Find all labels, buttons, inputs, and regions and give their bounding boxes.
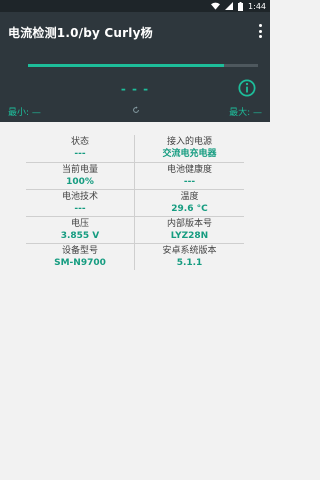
min-label: 最小: — (8, 108, 41, 118)
info-value: 100% (66, 177, 94, 187)
info-value: 3.855 V (60, 231, 100, 241)
status-icons: 1:44 (211, 0, 266, 12)
info-cell-voltage: 电压 3.855 V (26, 216, 135, 243)
overflow-menu-icon[interactable] (256, 24, 264, 38)
info-value: --- (183, 177, 196, 187)
info-label: 内部版本号 (166, 219, 212, 229)
app-title: 电流检测1.0/by Curly杨 (8, 26, 153, 40)
info-value: --- (74, 149, 86, 159)
info-cell-power-source: 接入的电源 交流电充电器 (135, 135, 244, 162)
info-row: 电压 3.855 V 内部版本号 LYZ28N (26, 216, 244, 243)
info-cell-battery-level: 当前电量 100% (26, 162, 135, 189)
max-label: 最大: — (229, 108, 262, 118)
info-label: 状态 (70, 137, 89, 147)
info-label: 电压 (70, 219, 89, 229)
status-bar: 1:44 (0, 0, 270, 12)
info-cell-android-version: 安卓系统版本 5.1.1 (135, 243, 244, 270)
info-label: 电池健康度 (166, 165, 212, 175)
signal-icon (225, 2, 234, 10)
battery-icon (238, 1, 244, 11)
overflow-dot (258, 29, 262, 33)
info-label: 接入的电源 (166, 137, 212, 147)
info-cell-status: 状态 --- (26, 135, 135, 162)
info-value: 5.1.1 (176, 258, 203, 268)
info-value: 交流电充电器 (162, 149, 217, 159)
app-bar: 电流检测1.0/by Curly杨 (0, 12, 270, 49)
info-value: LYZ28N (170, 231, 209, 241)
info-row: 当前电量 100% 电池健康度 --- (26, 162, 244, 189)
info-value: SM-N9700 (54, 258, 106, 268)
status-time: 1:44 (248, 1, 266, 11)
info-value: --- (74, 204, 86, 214)
info-label: 安卓系统版本 (162, 246, 217, 256)
refresh-icon[interactable] (132, 106, 140, 114)
info-row: 状态 --- 接入的电源 交流电充电器 (26, 135, 244, 162)
info-cell-device-model: 设备型号 SM-N9700 (26, 243, 135, 270)
wifi-icon (211, 2, 221, 10)
info-cell-temperature: 温度 29.6 °C (135, 189, 244, 216)
current-progress-bar (28, 64, 258, 67)
info-cell-battery-technology: 电池技术 --- (26, 189, 135, 216)
battery-info-grid: 状态 --- 接入的电源 交流电充电器 当前电量 100% 电池健康度 --- … (26, 135, 244, 270)
current-progress-fill (28, 64, 224, 67)
info-row: 电池技术 --- 温度 29.6 °C (26, 189, 244, 216)
info-value: 29.6 °C (171, 204, 208, 214)
info-cell-build-number: 内部版本号 LYZ28N (135, 216, 244, 243)
current-panel: - - - 最小: — 最大: — (0, 49, 270, 122)
info-row: 设备型号 SM-N9700 安卓系统版本 5.1.1 (26, 243, 244, 270)
current-value: - - - (120, 82, 150, 96)
info-label: 温度 (180, 192, 199, 202)
info-cell-battery-health: 电池健康度 --- (135, 162, 244, 189)
info-icon[interactable] (238, 79, 256, 97)
info-label: 当前电量 (61, 165, 98, 175)
overflow-dot (258, 24, 262, 27)
info-label: 电池技术 (61, 192, 98, 202)
overflow-dot (258, 35, 262, 38)
info-label: 设备型号 (61, 246, 98, 256)
